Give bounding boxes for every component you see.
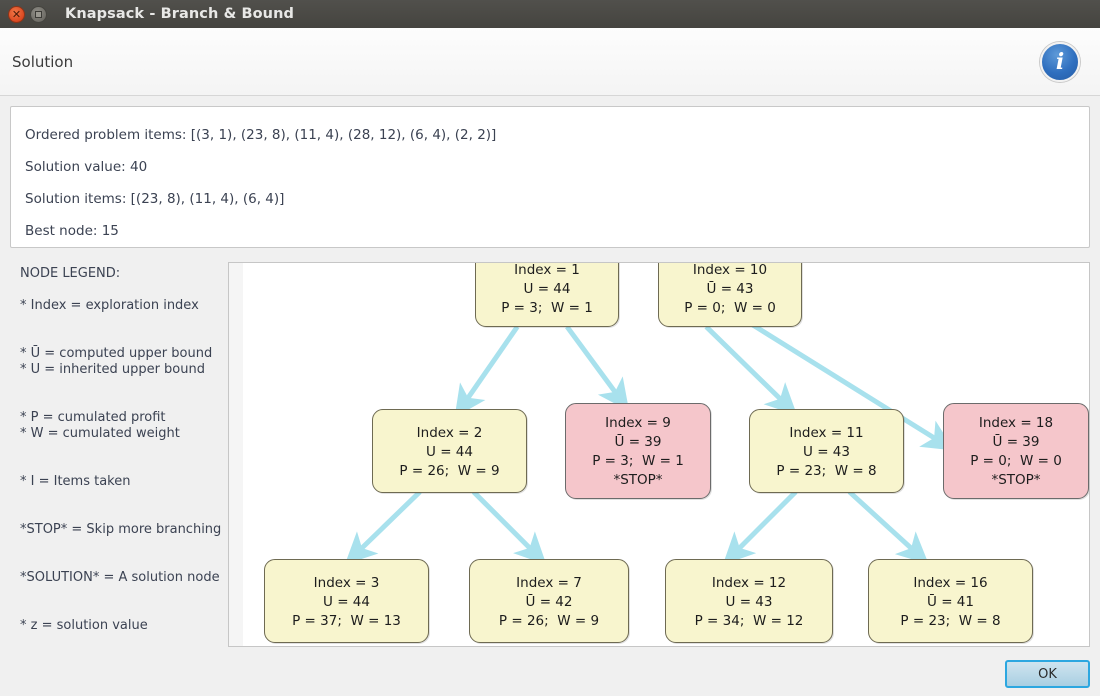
tree-node-line: Ū = 42 xyxy=(525,593,573,610)
tree-edge xyxy=(847,489,929,565)
tree-node-line: Ū = 43 xyxy=(706,280,754,297)
tree-node-line: *STOP* xyxy=(613,472,663,488)
maximize-icon[interactable] xyxy=(30,5,47,23)
tree-node-line: P = 26; W = 9 xyxy=(399,462,500,479)
tree-node-line: P = 3; W = 1 xyxy=(501,299,593,316)
tree-node-line: Index = 11 xyxy=(789,424,864,441)
tree-node-line: P = 23; W = 8 xyxy=(900,612,1001,629)
page-title: Solution xyxy=(12,52,74,71)
tree-node-line: P = 26; W = 9 xyxy=(498,612,600,629)
tree-node-n10[interactable]: Index = 10 Ū = 43 P = 0; W = 0 xyxy=(658,262,802,327)
legend-line-i: * I = Items taken xyxy=(20,474,131,489)
tree-edge xyxy=(471,490,547,565)
tree-node-n1[interactable]: Index = 1 U = 44 P = 3; W = 1 xyxy=(475,262,619,327)
tree-edge xyxy=(565,325,630,412)
legend-line-solution: *SOLUTION* = A solution node xyxy=(20,570,220,585)
tree-node-line: Index = 10 xyxy=(692,262,768,278)
tree-edge xyxy=(722,490,798,565)
legend-line-z: * z = solution value xyxy=(20,618,148,633)
tree-node-n11[interactable]: Index = 11 U = 43 P = 23; W = 8 xyxy=(749,409,904,493)
legend-line-index: * Index = exploration index xyxy=(20,298,199,313)
tree-node-line: *STOP* xyxy=(991,472,1041,488)
tree-node-line: P = 0; W = 0 xyxy=(684,299,776,316)
tree-edge xyxy=(344,490,422,565)
tree-node-n16[interactable]: Index = 16 Ū = 41 P = 23; W = 8 xyxy=(868,559,1033,643)
tree-node-line: Ū = 39 xyxy=(992,434,1040,450)
tree-node-line: Ū = 39 xyxy=(614,434,662,450)
tree-node-n3[interactable]: Index = 3 U = 44 P = 37; W = 13 xyxy=(264,559,429,643)
tree-node-line: P = 0; W = 0 xyxy=(970,453,1062,469)
ok-button[interactable]: OK xyxy=(1005,660,1090,688)
node-legend: NODE LEGEND: * Index = exploration index… xyxy=(10,262,228,647)
tree-node-line: P = 34; W = 12 xyxy=(694,612,804,629)
legend-line-stop: *STOP* = Skip more branching xyxy=(20,522,222,537)
tree-node-n12[interactable]: Index = 12 U = 43 P = 34; W = 12 xyxy=(665,559,833,643)
dialog-footer: OK xyxy=(0,652,1100,696)
tree-node-n2[interactable]: Index = 2 U = 44 P = 26; W = 9 xyxy=(372,409,527,493)
tree-node-line: P = 37; W = 13 xyxy=(292,612,401,629)
tree-node-line: Index = 18 xyxy=(978,415,1054,431)
dialog-body: Ordered problem items: [(3, 1), (23, 8),… xyxy=(0,96,1100,696)
tree-node-line: Index = 3 xyxy=(313,574,380,591)
summary-line-best-node: Best node: 15 xyxy=(25,223,119,239)
tree-canvas: Index = 1 U = 44 P = 3; W = 1 Index = 10 Ū =… xyxy=(229,263,1089,646)
tree-node-line: U = 44 xyxy=(426,443,473,460)
lower-region: NODE LEGEND: * Index = exploration index… xyxy=(10,262,1090,647)
summary-line-solution-items: Solution items: [(23, 8), (11, 4), (6, 4… xyxy=(25,191,285,207)
window-title: Knapsack - Branch & Bound xyxy=(65,6,294,22)
tree-node-line: U = 44 xyxy=(323,593,370,610)
summary-line-solution-value: Solution value: 40 xyxy=(25,159,148,175)
tree-node-line: U = 44 xyxy=(523,280,571,297)
summary-line-ordered-items: Ordered problem items: [(3, 1), (23, 8),… xyxy=(25,127,497,143)
solution-summary-panel: Ordered problem items: [(3, 1), (23, 8),… xyxy=(10,106,1090,248)
tree-node-n7[interactable]: Index = 7 Ū = 42 P = 26; W = 9 xyxy=(469,559,629,643)
legend-line-u: * U = inherited upper bound xyxy=(20,362,205,377)
close-icon[interactable]: ✕ xyxy=(8,5,25,23)
tree-edge xyxy=(704,324,798,416)
dialog-header: Solution i xyxy=(0,28,1100,96)
tree-node-line: U = 43 xyxy=(725,593,773,610)
info-icon[interactable]: i xyxy=(1040,41,1080,82)
tree-scroll-panel[interactable]: Index = 1 U = 44 P = 3; W = 1 Index = 10 Ū =… xyxy=(228,262,1090,647)
tree-node-line: P = 3; W = 1 xyxy=(592,453,684,469)
legend-title: NODE LEGEND: xyxy=(20,266,121,281)
tree-node-line: U = 43 xyxy=(803,443,850,460)
tree-node-n9[interactable]: Index = 9 Ū = 39 P = 3; W = 1 *STOP* xyxy=(565,403,711,499)
tree-node-line: Ū = 41 xyxy=(927,593,974,610)
tree-node-line: Index = 12 xyxy=(711,574,787,591)
tree-node-line: Index = 2 xyxy=(416,424,483,441)
tree-node-line: Index = 16 xyxy=(913,574,988,591)
tree-node-n18[interactable]: Index = 18 Ū = 39 P = 0; W = 0 *STOP* xyxy=(943,403,1089,499)
legend-line-p: * P = cumulated profit xyxy=(20,410,166,425)
tree-node-line: Index = 7 xyxy=(516,574,582,591)
window-titlebar: ✕ Knapsack - Branch & Bound xyxy=(0,0,1100,28)
tree-edge xyxy=(454,325,520,418)
tree-node-line: P = 23; W = 8 xyxy=(776,462,877,479)
legend-line-ubar: * Ū = computed upper bound xyxy=(20,346,213,361)
legend-line-w: * W = cumulated weight xyxy=(20,426,180,441)
tree-node-line: Index = 9 xyxy=(605,415,671,431)
tree-node-line: Index = 1 xyxy=(514,262,580,278)
